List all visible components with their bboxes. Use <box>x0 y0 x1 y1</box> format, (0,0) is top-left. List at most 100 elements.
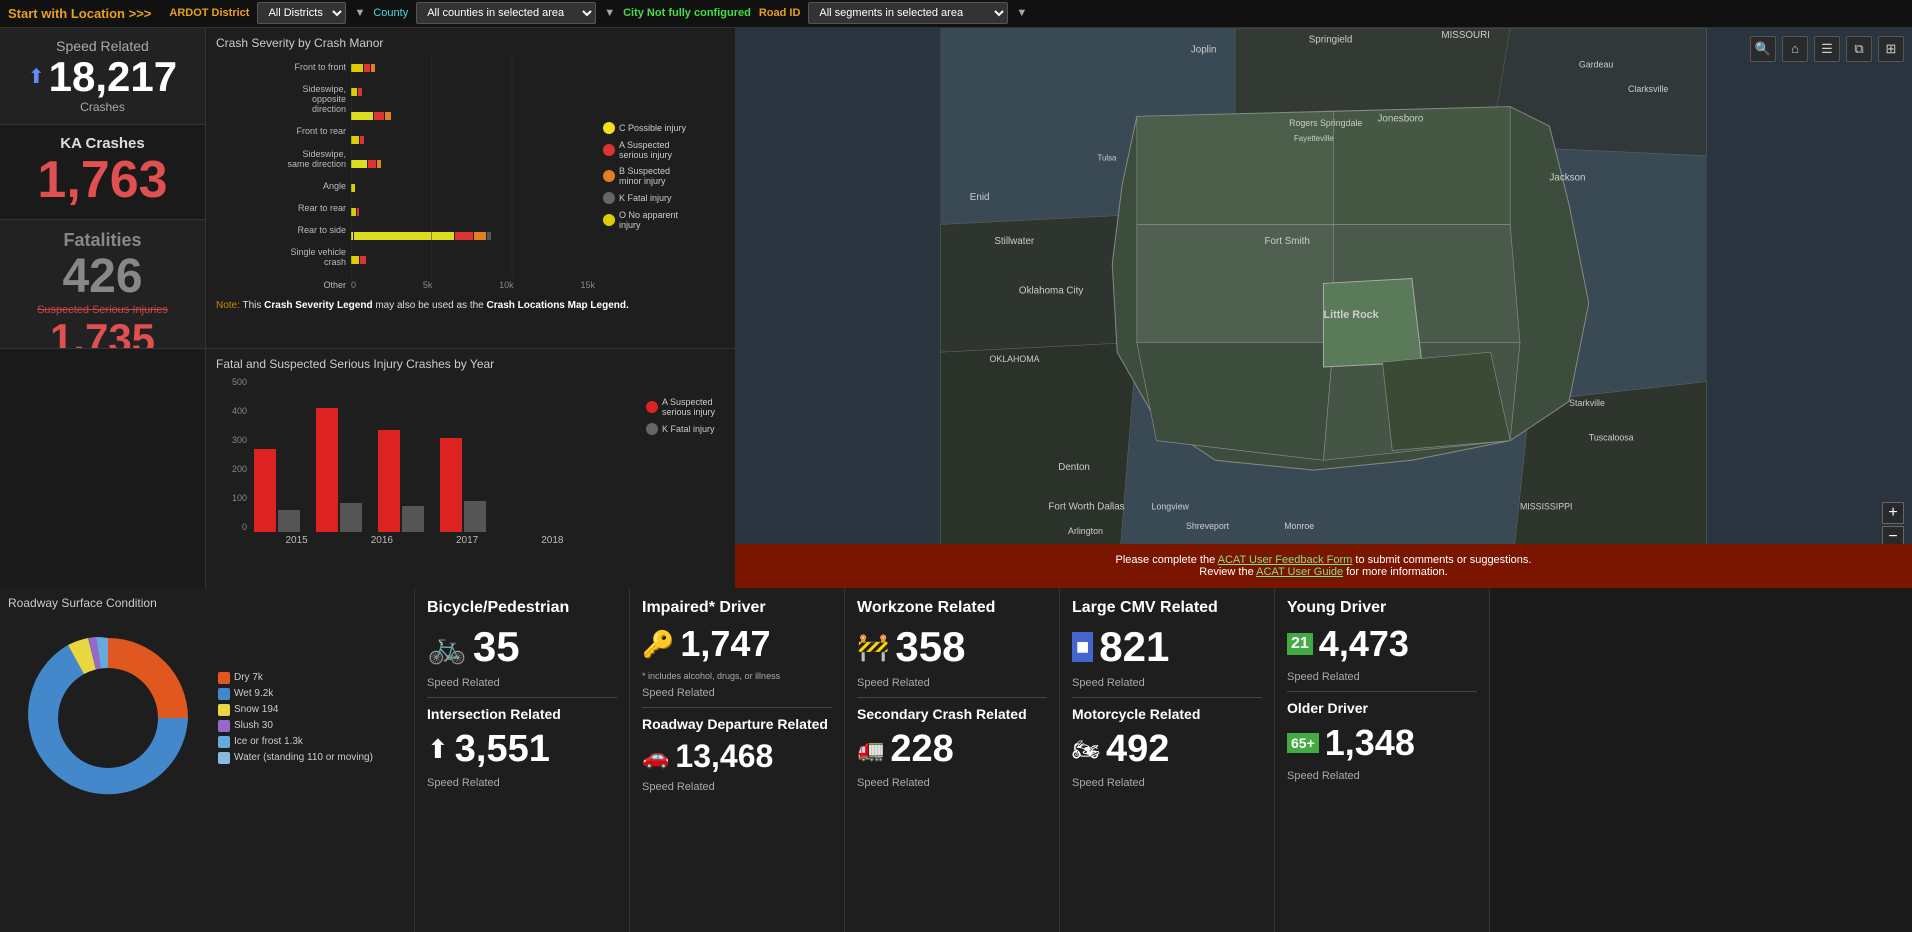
workzone-divider <box>857 697 1047 698</box>
legend-dot-c <box>603 122 615 134</box>
speed-stat-box: Speed Related ⬆ 18,217 Crashes <box>0 28 205 125</box>
legend-dot-red <box>646 401 658 413</box>
impaired-icon: 🔑 <box>642 629 674 660</box>
young-value-row: 21 4,473 <box>1287 623 1477 665</box>
chart-note: Note: This Crash Severity Legend may als… <box>216 300 725 311</box>
crash-severity-chart: Crash Severity by Crash Manor Front to f… <box>205 28 735 348</box>
svg-text:Rogers Springdale: Rogers Springdale <box>1289 118 1362 128</box>
x-axis-yearly: 2015 2016 2017 2018 <box>254 535 595 546</box>
gray-bar-2015 <box>278 510 300 532</box>
legend-dot-gray <box>646 423 658 435</box>
fatalities-label: Fatalities <box>63 230 141 251</box>
ka-label: KA Crashes <box>60 135 144 152</box>
speed-label: Speed Related <box>56 38 149 54</box>
map-svg: Enid Stillwater Oklahoma City OKLAHOMA D… <box>735 28 1912 588</box>
metric-card-impaired: Impaired* Driver 🔑 1,747 * includes alco… <box>630 588 845 932</box>
motorcycle-icon: 🏍 <box>1072 737 1100 763</box>
user-guide-link[interactable]: ACAT User Guide <box>1256 566 1343 578</box>
bicycle-divider <box>427 697 617 698</box>
county-select[interactable]: All counties in selected area <box>416 2 596 24</box>
app-container: Start with Location >>> ARDOT District A… <box>0 0 1912 932</box>
bottom-row: Roadway Surface Condition <box>0 588 1912 932</box>
svg-text:Oklahoma City: Oklahoma City <box>1019 285 1083 296</box>
cmv-speed: Speed Related <box>1072 677 1262 689</box>
legend-ice: Ice or frost 1.3k <box>218 736 373 748</box>
motorcycle-value-row: 🏍 492 <box>1072 728 1262 771</box>
cmv-value-row: ■ 821 <box>1072 623 1262 671</box>
grid-tool-btn[interactable]: ⊞ <box>1878 36 1904 62</box>
svg-text:Fort Worth Dallas: Fort Worth Dallas <box>1048 501 1124 512</box>
list-tool-btn[interactable]: ☰ <box>1814 36 1840 62</box>
year-group-2017 <box>378 430 424 532</box>
older-value-row: 65+ 1,348 <box>1287 722 1477 764</box>
donut-box: Roadway Surface Condition <box>0 588 415 932</box>
young-icon: 21 <box>1287 633 1313 655</box>
impaired-divider <box>642 707 832 708</box>
svg-text:Tulsa: Tulsa <box>1098 153 1118 162</box>
road-id-label: Road ID <box>759 7 801 19</box>
zoom-in-btn[interactable]: + <box>1882 502 1904 524</box>
legend-item-b: B Suspectedminor injury <box>603 166 725 186</box>
svg-text:Little Rock: Little Rock <box>1324 309 1380 321</box>
motorcycle-value: 492 <box>1106 728 1169 771</box>
motorcycle-title: Motorcycle Related <box>1072 706 1262 722</box>
workzone-value: 358 <box>895 623 965 671</box>
crash-severity-body: Front to front Sideswipe,oppositedirecti… <box>216 56 725 296</box>
legend-slush: Slush 30 <box>218 720 373 732</box>
gray-bar-2016 <box>340 503 362 532</box>
intersection-speed: Speed Related <box>427 777 617 789</box>
donut-svg <box>8 618 208 818</box>
donut-legend: Dry 7k Wet 9.2k Snow 194 Slush 30 <box>218 672 373 764</box>
svg-text:Gardeau: Gardeau <box>1579 59 1613 69</box>
svg-text:Starkville: Starkville <box>1569 398 1605 408</box>
older-value: 1,348 <box>1325 722 1415 764</box>
departure-speed: Speed Related <box>642 781 832 793</box>
row2: Fatal and Suspected Serious Injury Crash… <box>0 348 735 588</box>
svg-text:Stillwater: Stillwater <box>994 236 1035 247</box>
impaired-value: 1,747 <box>680 623 770 665</box>
map-area: 🔍 ⌂ ☰ ⧉ ⊞ <box>735 28 1912 588</box>
young-value: 4,473 <box>1319 623 1409 665</box>
workzone-value-row: 🚧 358 <box>857 623 1047 671</box>
svg-text:OKLAHOMA: OKLAHOMA <box>989 354 1039 364</box>
red-bar-2018 <box>440 438 462 532</box>
departure-value: 13,468 <box>675 738 773 775</box>
fatalities-value: 426 <box>62 251 142 304</box>
layers-tool-btn[interactable]: ⧉ <box>1846 36 1872 62</box>
search-tool-btn[interactable]: 🔍 <box>1750 36 1776 62</box>
older-icon: 65+ <box>1287 733 1319 753</box>
gray-bar-2017 <box>402 506 424 532</box>
ka-value: 1,763 <box>37 152 167 209</box>
gray-bar-2018 <box>464 501 486 532</box>
cmv-title: Large CMV Related <box>1072 598 1262 617</box>
year-group-2015 <box>254 449 300 532</box>
left-chart-col: Speed Related ⬆ 18,217 Crashes KA Crashe… <box>0 28 735 588</box>
x-axis-labels: 0 5k 10k 15k <box>351 280 595 290</box>
cmv-divider <box>1072 697 1262 698</box>
ardot-district-select[interactable]: All Districts <box>257 2 346 24</box>
legend-dot-a <box>603 144 615 156</box>
crash-legend: C Possible injury A Suspectedserious inj… <box>595 56 725 296</box>
svg-text:Enid: Enid <box>970 192 990 203</box>
secondary-speed: Speed Related <box>857 777 1047 789</box>
home-tool-btn[interactable]: ⌂ <box>1782 36 1808 62</box>
svg-text:Jonesboro: Jonesboro <box>1378 113 1424 124</box>
young-divider <box>1287 691 1477 692</box>
secondary-value-row: 🚛 228 <box>857 728 1047 771</box>
yearly-chart: Fatal and Suspected Serious Injury Crash… <box>205 349 735 588</box>
feedback-form-link[interactable]: ACAT User Feedback Form <box>1218 554 1353 566</box>
stat-spacer <box>0 349 205 588</box>
county-label: County <box>373 7 408 19</box>
legend-dry: Dry 7k <box>218 672 373 684</box>
middle-section: Speed Related ⬆ 18,217 Crashes KA Crashe… <box>0 28 1912 588</box>
cmv-icon: ■ <box>1072 632 1093 662</box>
intersection-icon: ⬆ <box>427 734 449 765</box>
bicycle-speed: Speed Related <box>427 677 617 689</box>
legend-wet: Wet 9.2k <box>218 688 373 700</box>
metric-card-bicycle: Bicycle/Pedestrian 🚲 35 Speed Related In… <box>415 588 630 932</box>
bicycle-icon: 🚲 <box>427 628 467 666</box>
svg-text:Shreveport: Shreveport <box>1186 521 1230 531</box>
yearly-bars <box>254 377 595 532</box>
crash-cat-labels: Front to front Sideswipe,oppositedirecti… <box>216 56 351 296</box>
road-id-select[interactable]: All segments in selected area <box>808 2 1008 24</box>
